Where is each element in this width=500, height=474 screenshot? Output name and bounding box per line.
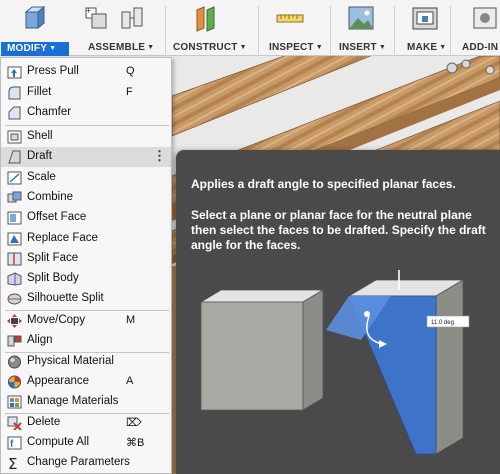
- menu-item-delete[interactable]: Delete ⌦: [1, 413, 171, 433]
- menu-item-shortcut: A: [126, 375, 134, 387]
- press-pull-tool-icon[interactable]: [20, 4, 50, 32]
- measure-icon[interactable]: [275, 4, 305, 32]
- menu-item-label: Move/Copy: [27, 314, 86, 326]
- silhouette-split-icon: [7, 293, 22, 305]
- toolbar-separator: [165, 6, 166, 54]
- menu-item-chamfer[interactable]: Chamfer: [1, 103, 171, 123]
- menu-item-shortcut: ⌦: [126, 417, 142, 429]
- inspect-menu-button[interactable]: INSPECT ▼: [269, 42, 323, 56]
- menu-item-fillet[interactable]: Fillet F: [1, 83, 171, 103]
- menu-item-label: Split Face: [27, 252, 79, 264]
- menu-item-label: Delete: [27, 416, 61, 428]
- make-menu-button[interactable]: MAKE ▼: [407, 42, 446, 56]
- compute-all-icon: f: [7, 436, 22, 450]
- physical-material-icon: [8, 355, 21, 369]
- insert-menu-button[interactable]: INSERT ▼: [339, 42, 386, 56]
- chamfer-icon: [8, 106, 21, 120]
- construct-menu-button[interactable]: CONSTRUCT ▼: [173, 42, 247, 56]
- menu-item-label: Physical Material: [27, 355, 114, 367]
- scale-icon: [7, 171, 22, 185]
- align-icon: [7, 335, 22, 347]
- menu-item-label: Compute All: [27, 436, 90, 448]
- menu-item-label: Offset Face: [27, 211, 87, 223]
- menu-item-compute-all[interactable]: f Compute All ⌘B: [1, 433, 171, 453]
- toolbar-separator: [394, 6, 395, 54]
- menu-item-offset-face[interactable]: Offset Face: [1, 208, 171, 228]
- split-body-icon: [7, 272, 22, 286]
- new-component-icon[interactable]: +: [83, 4, 113, 32]
- manage-materials-icon: [7, 395, 22, 409]
- toolbar-separator: [330, 6, 331, 54]
- menu-item-replace-face[interactable]: Replace Face: [1, 229, 171, 249]
- menu-item-label: Manage Materials: [27, 395, 119, 407]
- combine-icon: [7, 191, 22, 203]
- menu-item-label: Appearance: [27, 375, 90, 387]
- toolbar-separator: [258, 6, 259, 54]
- move-copy-icon: [7, 314, 22, 328]
- press-pull-icon: [7, 66, 22, 79]
- menu-item-label: Press Pull: [27, 65, 79, 77]
- menu-item-label: Align: [27, 334, 53, 346]
- toolbar-separator: [450, 6, 451, 54]
- menu-item-shell[interactable]: Shell: [1, 127, 171, 147]
- sigma-parameters-icon: Σ: [8, 456, 17, 470]
- menu-item-label: Shell: [27, 130, 53, 142]
- menu-item-label: Combine: [27, 191, 74, 203]
- menu-item-appearance[interactable]: Appearance A: [1, 372, 171, 392]
- menu-item-draft[interactable]: Draft ⋮: [1, 147, 171, 167]
- menu-item-label: Chamfer: [27, 106, 72, 118]
- tooltip-description: Select a plane or planar face for the ne…: [191, 208, 486, 252]
- menu-item-scale[interactable]: Scale: [1, 168, 171, 188]
- offset-face-icon: [7, 211, 22, 225]
- draft-illustration: 11.0 deg: [199, 270, 470, 455]
- menu-item-label: Split Body: [27, 272, 79, 284]
- assemble-menu-button[interactable]: ASSEMBLE ▼: [88, 42, 154, 56]
- insert-image-icon[interactable]: [346, 4, 376, 32]
- 3d-print-icon[interactable]: [410, 4, 440, 32]
- menu-item-shortcut: M: [126, 314, 136, 326]
- menu-item-label: Change Parameters: [27, 456, 130, 468]
- menu-item-label: Scale: [27, 171, 56, 183]
- menu-item-press-pull[interactable]: Press Pull Q: [1, 62, 171, 82]
- more-options-icon[interactable]: ⋮: [153, 148, 166, 164]
- joint-icon[interactable]: [118, 4, 148, 32]
- angle-readout: 11.0 deg: [431, 320, 454, 326]
- menu-item-shortcut: F: [126, 86, 133, 98]
- menu-item-silhouette-split[interactable]: Silhouette Split: [1, 289, 171, 309]
- modify-menu-button[interactable]: MODIFY ▼: [1, 42, 69, 56]
- shell-icon: [7, 130, 22, 144]
- add-ins-menu-button[interactable]: ADD-IN: [462, 42, 498, 56]
- split-face-icon: [7, 252, 22, 266]
- menu-item-shortcut: ⌘B: [126, 437, 145, 449]
- tooltip-title: Applies a draft angle to specified plana…: [191, 177, 456, 191]
- toolbar: + MODIFY ▼ ASSEMBLE ▼ CONSTRUCT ▼ INSPEC…: [0, 0, 500, 56]
- menu-item-label: Replace Face: [27, 232, 98, 244]
- menu-separator: [5, 125, 169, 126]
- menu-item-physical-material[interactable]: Physical Material: [1, 352, 171, 372]
- draft-tooltip: Applies a draft angle to specified plana…: [176, 150, 500, 474]
- menu-item-label: Fillet: [27, 86, 52, 98]
- fillet-icon: [8, 86, 21, 100]
- svg-text:+: +: [86, 6, 91, 15]
- menu-item-manage-materials[interactable]: Manage Materials: [1, 392, 171, 412]
- appearance-icon: [8, 375, 21, 389]
- replace-face-icon: [7, 232, 22, 246]
- menu-item-shortcut: Q: [126, 65, 135, 77]
- menu-item-split-body[interactable]: Split Body: [1, 269, 171, 289]
- menu-item-move-copy[interactable]: Move/Copy M: [1, 311, 171, 331]
- menu-item-combine[interactable]: Combine: [1, 188, 171, 208]
- modify-dropdown-menu: Press Pull Q Fillet F Chamfer Shell Draf…: [0, 57, 172, 474]
- offset-plane-icon[interactable]: [192, 4, 222, 32]
- menu-item-label: Silhouette Split: [27, 292, 104, 304]
- svg-text:Σ: Σ: [8, 456, 17, 470]
- scripts-addins-icon[interactable]: [470, 4, 500, 32]
- draft-icon: [8, 150, 21, 164]
- menu-item-label: Draft: [27, 150, 52, 162]
- menu-item-align[interactable]: Align: [1, 331, 171, 351]
- menu-item-split-face[interactable]: Split Face: [1, 249, 171, 269]
- delete-icon: [7, 416, 22, 430]
- menu-item-change-parameters[interactable]: Σ Change Parameters: [1, 453, 171, 473]
